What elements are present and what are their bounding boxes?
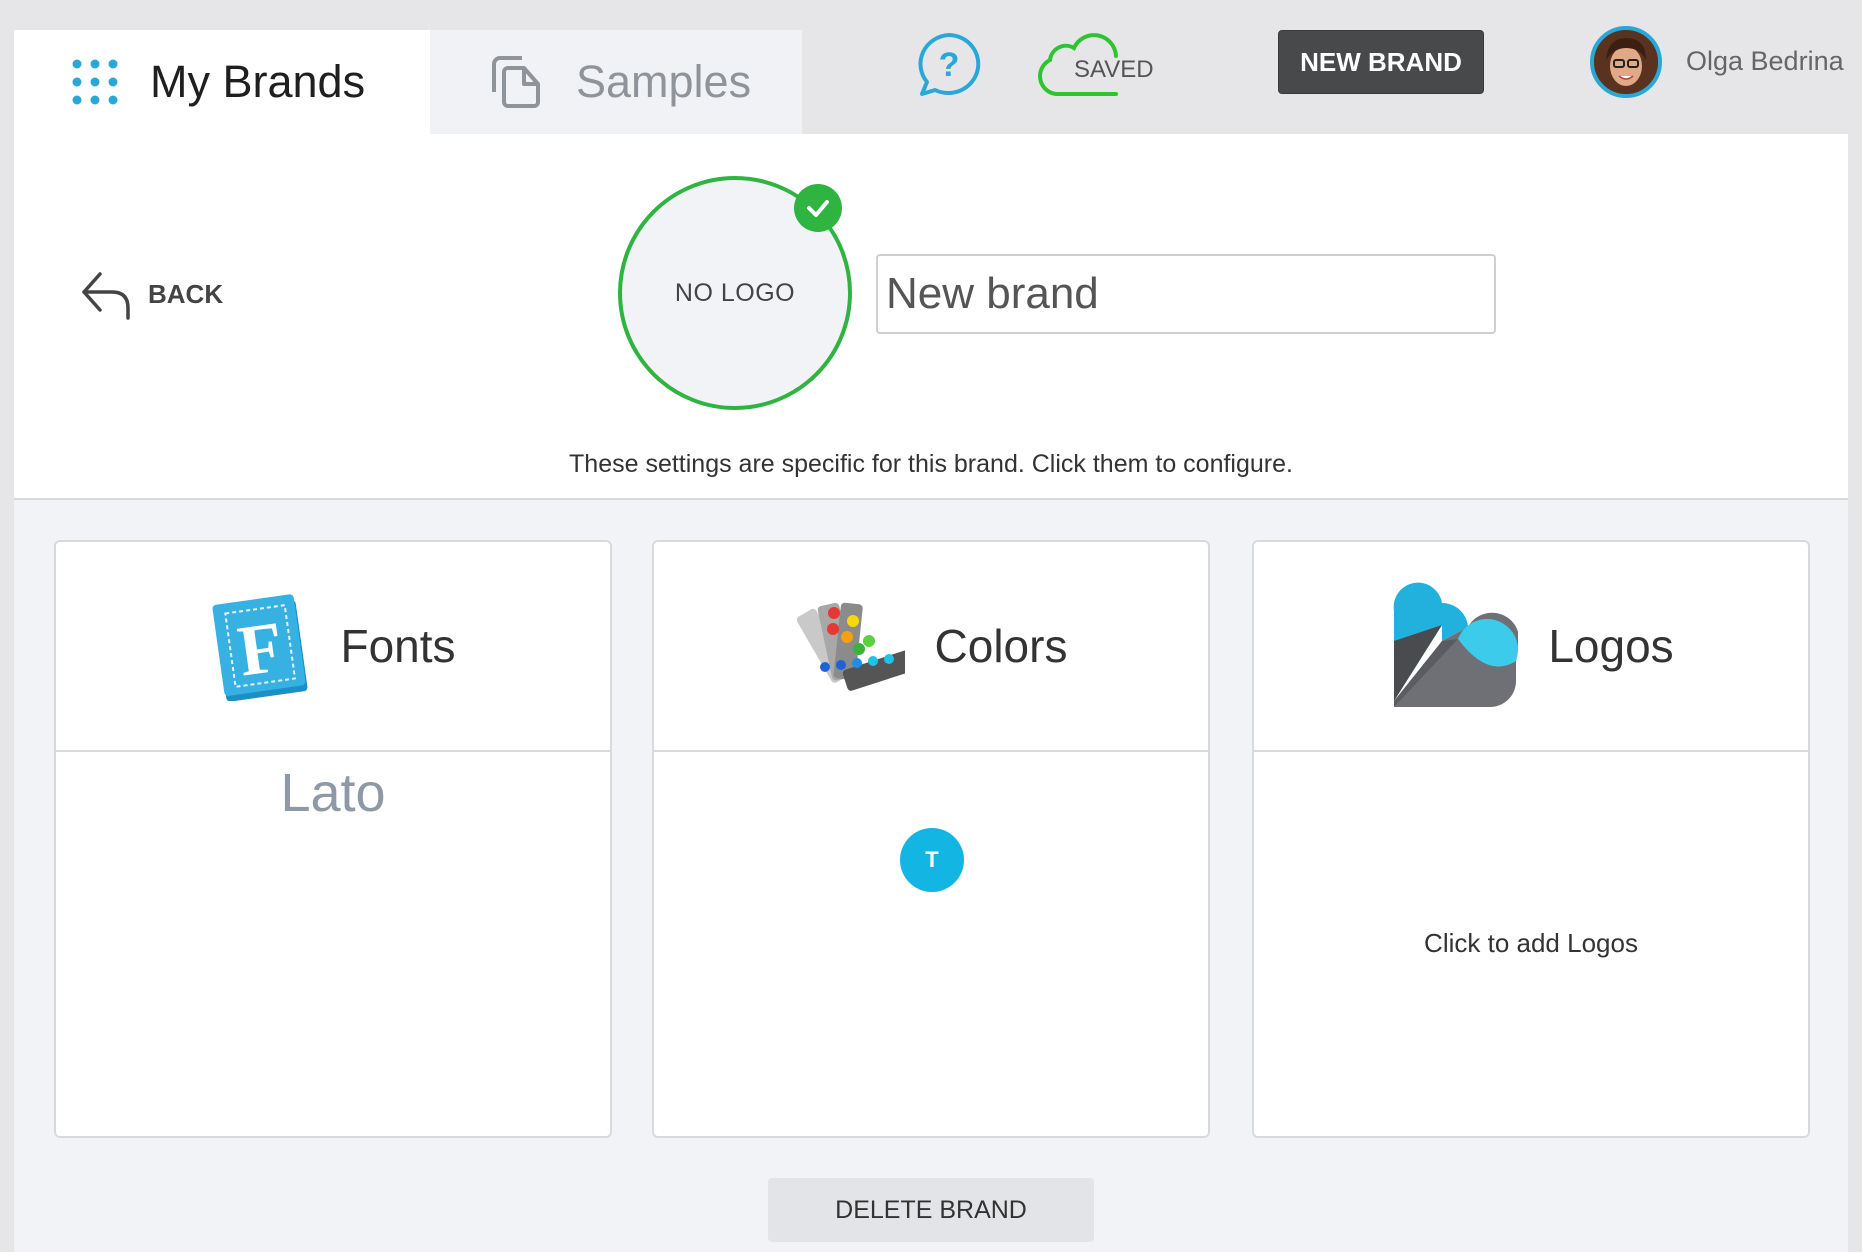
saved-status: SAVED	[1030, 26, 1180, 98]
tab-samples[interactable]: Samples	[430, 30, 802, 134]
back-button[interactable]: BACK	[78, 264, 223, 324]
logos-card-body: Click to add Logos	[1254, 752, 1808, 1136]
color-palette-icon	[796, 602, 905, 691]
settings-area: F Fonts Lato Colors T Logos Click to add…	[14, 500, 1848, 1252]
copy-pages-icon	[492, 56, 540, 108]
saved-label: SAVED	[1074, 56, 1154, 83]
logos-card[interactable]: Logos Click to add Logos	[1252, 540, 1810, 1138]
avatar[interactable]	[1590, 26, 1662, 98]
colors-card-body: T	[654, 752, 1208, 1136]
svg-text:?: ?	[939, 46, 960, 84]
back-label: BACK	[148, 278, 224, 309]
colors-card-header: Colors	[654, 542, 1208, 752]
user-photo-icon	[1594, 30, 1658, 94]
top-bar: My Brands Samples ? SAVED NEW BRAND Olga…	[0, 0, 1862, 134]
fonts-card-body: Lato	[56, 752, 610, 1136]
brand-header-panel: BACK NO LOGO These settings are specific…	[14, 134, 1848, 500]
colors-card-title: Colors	[934, 620, 1068, 672]
fonts-card[interactable]: F Fonts Lato	[54, 540, 612, 1138]
font-sample: Lato	[280, 763, 386, 823]
no-logo-label: NO LOGO	[674, 278, 796, 307]
logos-card-title: Logos	[1548, 620, 1674, 672]
help-button[interactable]: ?	[914, 30, 984, 100]
tab-my-brands[interactable]: My Brands	[14, 30, 430, 134]
settings-hint: These settings are specific for this bra…	[569, 450, 1293, 478]
tab-samples-label: Samples	[576, 56, 752, 107]
color-swatch[interactable]: T	[900, 828, 964, 892]
back-arrow-icon	[82, 272, 130, 320]
grid-dots-icon	[72, 59, 118, 105]
tab-my-brands-label: My Brands	[150, 56, 366, 107]
delete-brand-button[interactable]: DELETE BRAND	[768, 1178, 1094, 1242]
logos-card-header: Logos	[1254, 542, 1808, 752]
check-icon	[794, 184, 842, 232]
font-book-icon: F	[212, 594, 308, 701]
logos-heart-icon	[1393, 582, 1519, 707]
fonts-card-title: Fonts	[340, 620, 456, 672]
user-name[interactable]: Olga Bedrina	[1686, 46, 1844, 77]
help-chat-icon: ?	[918, 33, 981, 96]
new-brand-button[interactable]: NEW BRAND	[1278, 30, 1484, 94]
add-logos-hint: Click to add Logos	[1424, 928, 1638, 958]
fonts-card-header: F Fonts	[56, 542, 610, 752]
brand-name-input[interactable]	[876, 254, 1496, 334]
colors-card[interactable]: Colors T	[652, 540, 1210, 1138]
